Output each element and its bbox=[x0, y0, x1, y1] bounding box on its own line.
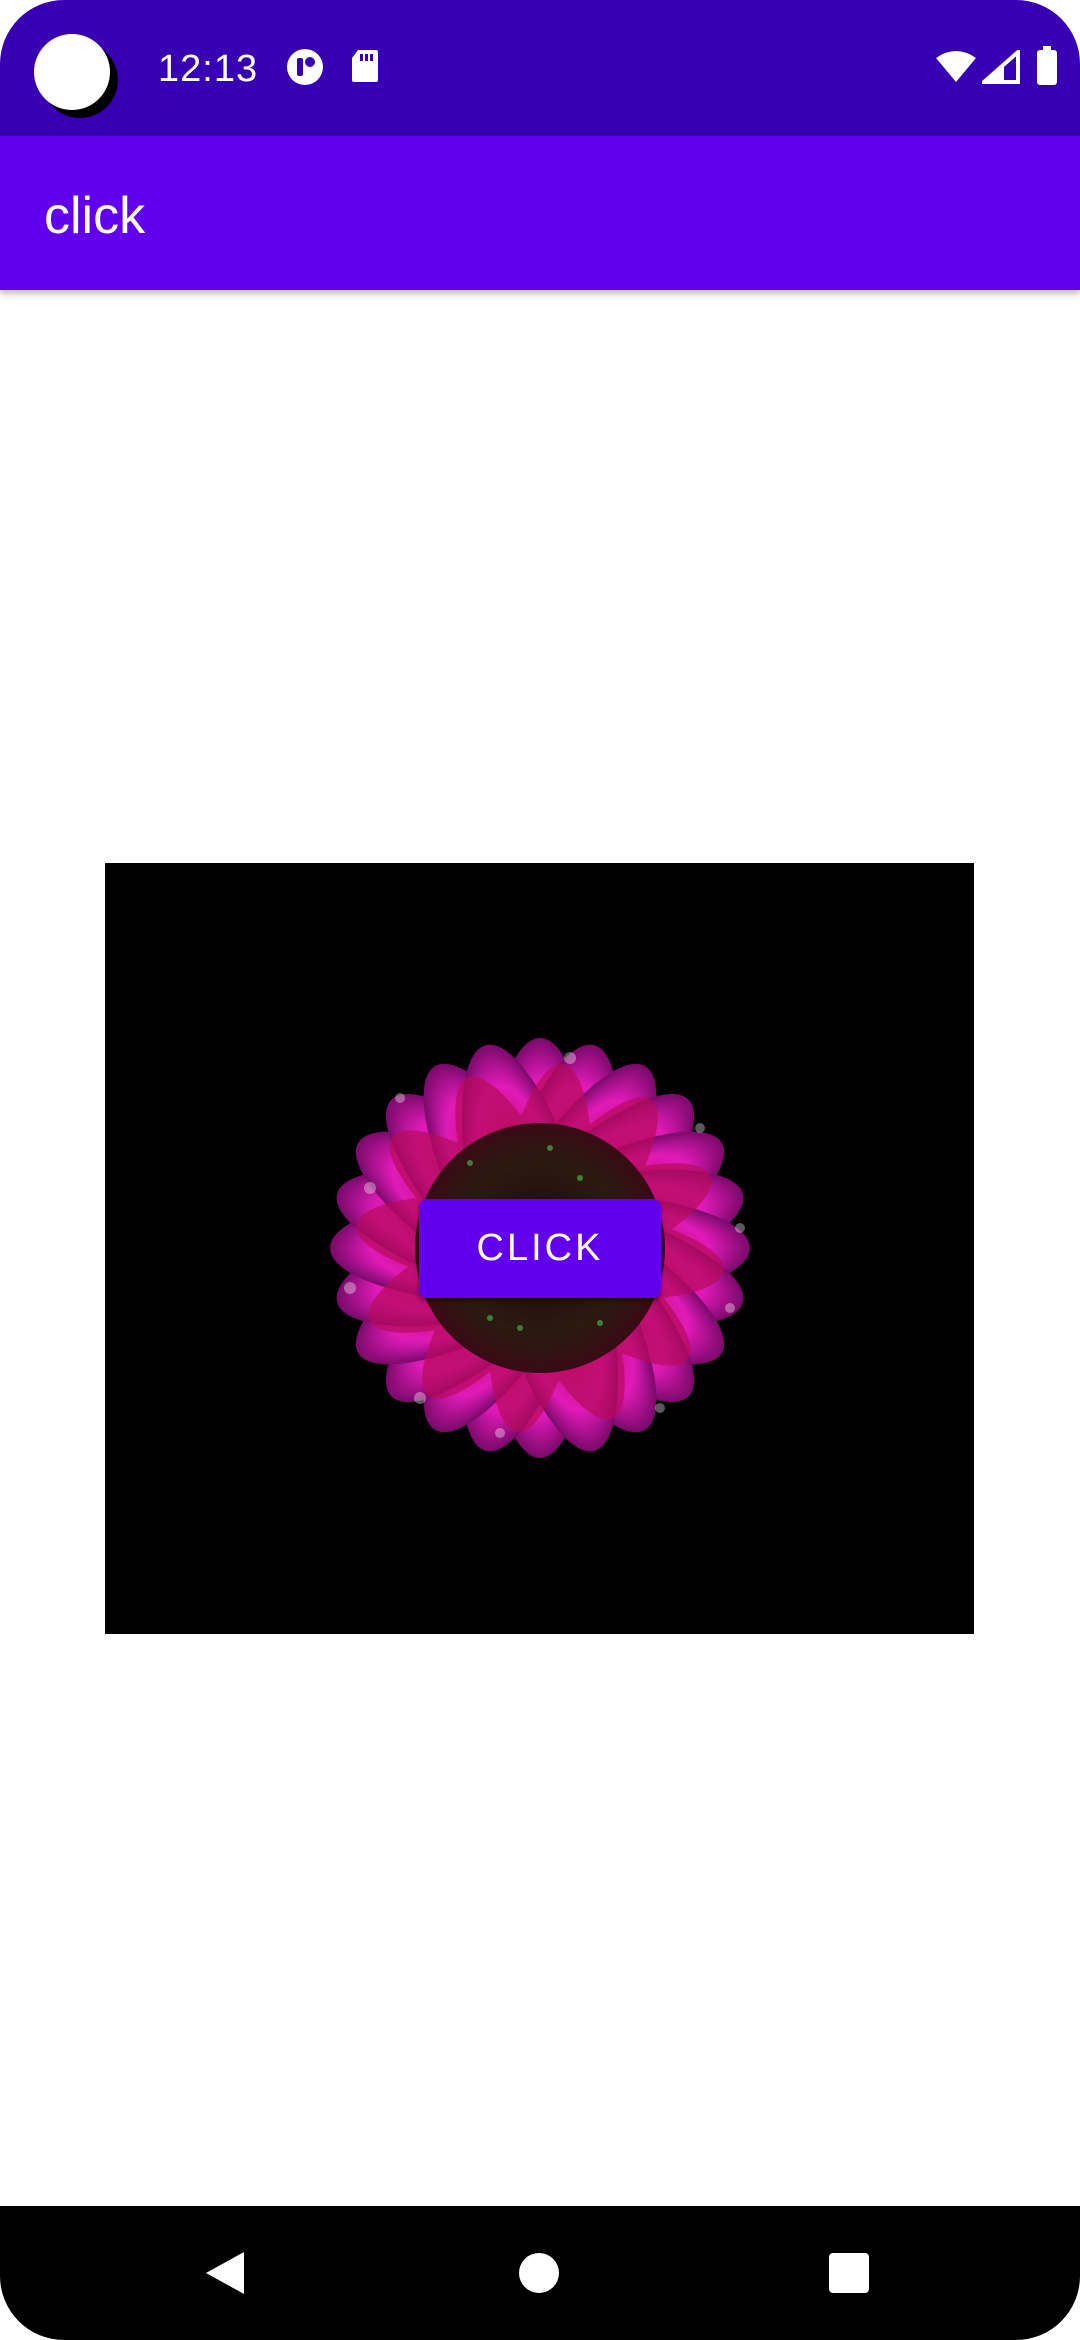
notification-app-icon bbox=[286, 48, 324, 91]
app-title: click bbox=[44, 187, 146, 245]
app-bar: click bbox=[0, 136, 1080, 290]
battery-icon bbox=[1036, 46, 1058, 91]
signal-icon bbox=[978, 47, 1020, 89]
click-button[interactable]: CLICK bbox=[419, 1199, 661, 1298]
wifi-icon bbox=[934, 50, 978, 89]
camera-cutout bbox=[34, 34, 110, 110]
sd-card-icon bbox=[350, 48, 380, 89]
home-icon[interactable] bbox=[518, 2252, 560, 2299]
back-icon[interactable] bbox=[204, 2250, 246, 2301]
recents-icon[interactable] bbox=[828, 2252, 870, 2299]
status-bar: 12:13 bbox=[0, 0, 1080, 136]
navigation-bar bbox=[0, 2206, 1080, 2340]
screen: 12:13 click CLICK bbox=[0, 0, 1080, 2340]
status-time: 12:13 bbox=[158, 48, 259, 90]
